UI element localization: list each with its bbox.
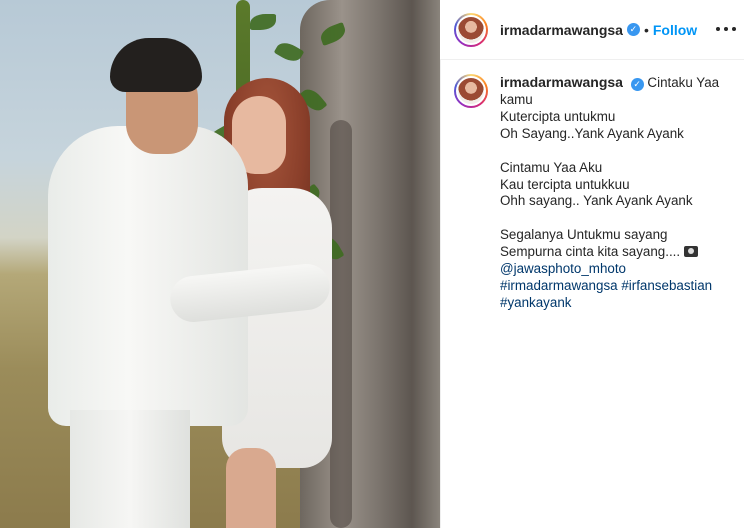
caption-text: irmadarmawangsa ✓ Cintaku Yaa kamu Kuter… bbox=[500, 74, 744, 312]
woman-legs bbox=[226, 448, 276, 528]
hashtag-links[interactable]: #irmadarmawangsa #irfansebastian bbox=[500, 278, 744, 295]
verified-badge-icon: ✓ bbox=[626, 23, 640, 36]
caption-line: Kutercipta untukmu bbox=[500, 108, 616, 124]
caption-line: Sempurna cinta kita sayang.... bbox=[500, 244, 681, 260]
follow-button[interactable]: Follow bbox=[653, 22, 697, 38]
trunk-shadow bbox=[330, 120, 352, 528]
caption-avatar[interactable] bbox=[454, 74, 488, 108]
leaf bbox=[250, 14, 276, 30]
caption-line: Ohh sayang.. Yank Ayank Ayank bbox=[500, 193, 693, 209]
more-options-icon[interactable] bbox=[716, 21, 736, 37]
caption-line: Cintaku Yaa bbox=[647, 75, 720, 90]
caption-line: Oh Sayang..Yank Ayank Ayank bbox=[500, 125, 684, 141]
caption-line: Segalanya Untukmu sayang bbox=[500, 227, 668, 243]
post-header: irmadarmawangsa ✓ • Follow bbox=[440, 0, 744, 60]
post-photo[interactable] bbox=[0, 0, 440, 528]
man-pants bbox=[70, 410, 190, 528]
caption-username[interactable]: irmadarmawangsa bbox=[500, 74, 623, 90]
mention-link[interactable]: @jawasphoto_mhoto bbox=[500, 261, 744, 278]
caption-first-line: irmadarmawangsa ✓ Cintaku Yaa bbox=[500, 74, 744, 92]
caption-line: kamu bbox=[500, 91, 533, 107]
post-username[interactable]: irmadarmawangsa bbox=[500, 22, 623, 38]
caption-comment: irmadarmawangsa ✓ Cintaku Yaa kamu Kuter… bbox=[440, 74, 744, 312]
man-hair bbox=[110, 38, 202, 92]
caption-line: Kau tercipta untukkuu bbox=[500, 176, 630, 192]
profile-avatar[interactable] bbox=[454, 12, 488, 47]
camera-emoji-icon bbox=[684, 246, 699, 258]
dot-separator: • bbox=[643, 21, 649, 38]
caption-line: Cintamu Yaa Aku bbox=[500, 159, 603, 175]
hashtag-link[interactable]: #yankayank bbox=[500, 295, 744, 312]
caption-line-with-camera: Sempurna cinta kita sayang.... bbox=[500, 244, 744, 261]
verified-badge-icon: ✓ bbox=[630, 78, 644, 91]
